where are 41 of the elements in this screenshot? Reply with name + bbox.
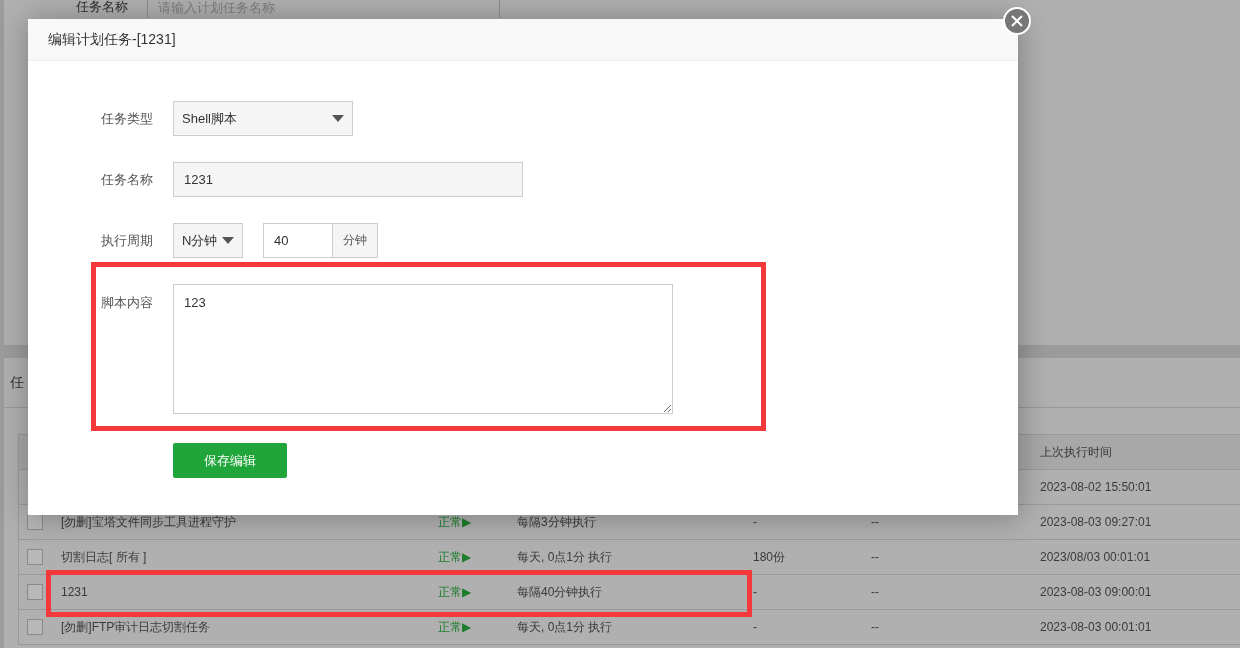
task-name: [勿删]宝塔文件同步工具进程守护	[61, 514, 236, 529]
cycle-text: 每天, 0点1分 执行	[517, 619, 613, 634]
row-checkbox[interactable]	[27, 584, 43, 600]
task-name: [勿删]FTP审计日志切割任务	[61, 619, 211, 634]
table-cell: --	[871, 515, 879, 529]
unit-label: 分钟	[333, 223, 378, 258]
caret-icon	[332, 115, 344, 122]
last-run-time: 2023-08-02 15:50:01	[1040, 480, 1152, 494]
cycle-type-select[interactable]: N分钟	[173, 223, 243, 258]
cycle-text: 每天, 0点1分 执行	[517, 549, 613, 564]
task-name-field[interactable]: 1231	[173, 162, 523, 197]
cycle-text: 每隔40分钟执行	[517, 584, 603, 599]
caret-icon	[222, 237, 234, 244]
row-checkbox[interactable]	[27, 549, 43, 565]
field-label: 任务名称	[100, 170, 153, 189]
backup-count: 180份	[753, 549, 786, 564]
task-name: 切割日志[ 所有 ]	[61, 549, 147, 564]
cycle-text: 每隔3分钟执行	[517, 514, 596, 529]
last-run-time: 2023-08-03 09:27:01	[1040, 515, 1152, 529]
field-label: 执行周期	[100, 231, 153, 250]
column-header: 上次执行时间	[1040, 443, 1113, 461]
minutes-field[interactable]: 40	[263, 223, 333, 258]
dialog-title: 编辑计划任务-[1231]	[48, 30, 176, 49]
script-field[interactable]: 123	[173, 284, 673, 414]
backup-count: -	[753, 620, 757, 634]
last-run-time: 2023/08/03 00:01:01	[1040, 550, 1151, 564]
task-type-select[interactable]: Shell脚本	[173, 101, 353, 136]
task-name: 1231	[61, 585, 88, 599]
panel-title: 任	[10, 373, 24, 392]
row-checkbox[interactable]	[27, 619, 43, 635]
last-run-time: 2023-08-03 00:01:01	[1040, 620, 1152, 634]
field-label: 脚本内容	[100, 294, 153, 312]
table-cell: --	[871, 620, 879, 634]
last-run-time: 2023-08-03 09:00:01	[1040, 585, 1152, 599]
backup-count: -	[753, 515, 757, 529]
field-label: 任务名称	[74, 0, 148, 18]
table-cell: --	[871, 585, 879, 599]
backup-count: -	[753, 585, 757, 599]
close-icon	[1011, 15, 1023, 27]
table-cell: --	[871, 550, 879, 564]
field-label: 任务类型	[100, 109, 153, 128]
